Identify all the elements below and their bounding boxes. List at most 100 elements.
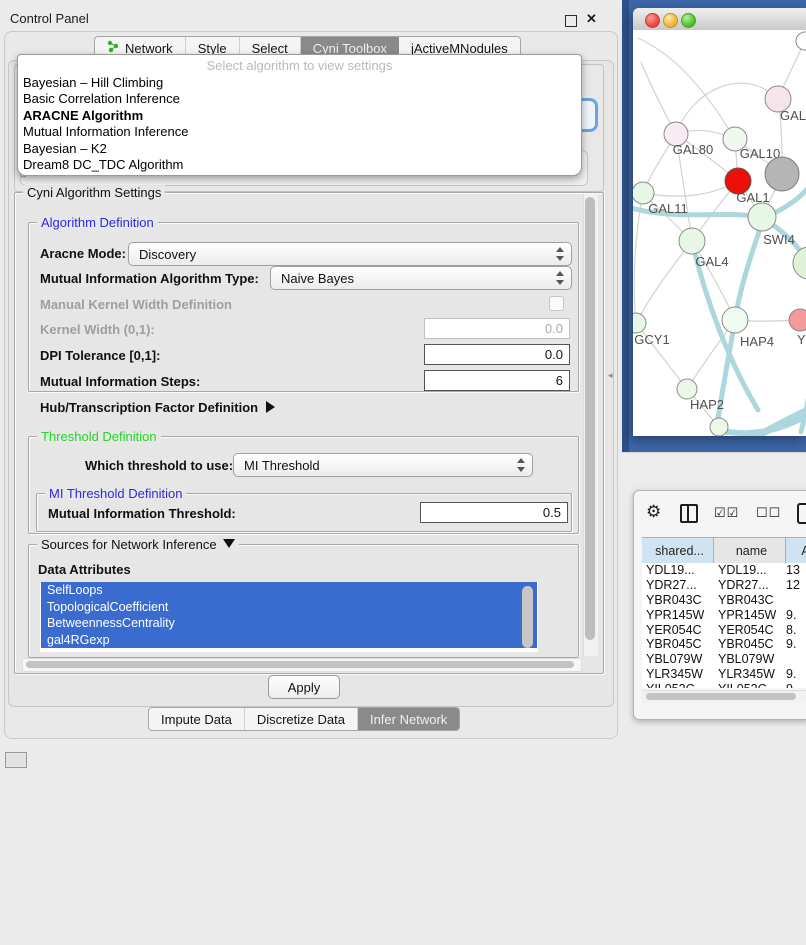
mi-threshold-field[interactable]: 0.5 [420,502,568,523]
network-node[interactable] [748,203,776,231]
network-edge [643,181,738,196]
table-row[interactable]: YDL19...YDL19...13 [642,563,806,578]
float-window-icon[interactable] [565,15,577,27]
aracne-mode-label: Aracne Mode: [40,246,126,261]
unselect-all-icon[interactable]: ☐☐ [756,505,781,521]
kernel-width-label: Kernel Width (0,1): [40,322,155,337]
algorithm-option[interactable]: Basic Correlation Inference [23,91,573,107]
network-node[interactable] [789,309,806,331]
table-row[interactable]: YDR27...YDR27...12 [642,578,806,593]
table-row[interactable]: YIL052CYIL052C9. [642,681,806,688]
network-node[interactable] [796,32,806,50]
table-cell: 9. [786,608,806,622]
algorithm-option[interactable]: Bayesian – Hill Climbing [23,75,573,91]
attribute-list-scrollbar[interactable] [522,586,533,648]
network-node[interactable] [633,313,646,333]
node-label: GCY1 [634,332,669,347]
mi-steps-field[interactable]: 6 [424,370,570,391]
algorithm-option[interactable]: Bayesian – K2 [23,141,573,157]
columns-icon[interactable] [680,504,698,523]
column-header-shared[interactable]: shared... [642,538,714,564]
network-edge-thick [716,320,735,430]
chevron-right-icon [266,401,275,413]
apply-button[interactable]: Apply [268,675,340,699]
table-cell: YBR045C [714,637,786,651]
close-icon[interactable]: ✕ [586,11,597,27]
panel-resize-handle[interactable]: ◂ [608,370,613,381]
table-cell: 8. [786,623,806,637]
kernel-width-field[interactable]: 0.0 [424,318,570,339]
settings-hscrollbar-thumb[interactable] [26,661,574,668]
network-node[interactable] [722,307,748,333]
mi-type-label: Mutual Information Algorithm Type: [40,271,259,286]
algorithm-option[interactable]: Mutual Information Inference [23,124,573,140]
data-attribute-item[interactable]: BetweennessCentrality [41,615,537,632]
network-edge-thick [735,220,763,320]
table-row[interactable]: YBR045CYBR045C9. [642,637,806,652]
dropdown-hint: Select algorithm to view settings [18,58,581,73]
column-header-partial[interactable]: A [786,538,806,564]
hub-definition-label: Hub/Transcription Factor Definition [40,400,258,415]
combo-arrows-icon [556,247,564,261]
mi-threshold-label: Mutual Information Threshold: [48,506,236,521]
gear-icon[interactable]: ⚙ [646,503,661,520]
tab-impute-data[interactable]: Impute Data [149,708,245,730]
hub-definition-toggle[interactable]: Hub/Transcription Factor Definition [40,400,275,415]
which-threshold-combo[interactable]: MI Threshold [233,453,533,477]
algorithm-option[interactable]: Dream8 DC_TDC Algorithm [23,157,573,173]
network-canvas[interactable]: GALGAL80GAL10GAL1SWI4GAL11GAL4GCY1HAP4YH… [633,30,806,436]
settings-vscrollbar-thumb[interactable] [585,197,595,640]
network-node[interactable] [765,157,799,191]
table-cell: YDR27... [642,578,714,592]
table-row[interactable]: YPR145WYPR145W9. [642,607,806,622]
mi-type-combo[interactable]: Naive Bayes [270,266,572,290]
close-traffic-light[interactable] [645,13,660,28]
dpi-tolerance-label: DPI Tolerance [0,1]: [40,348,160,363]
node-label: GAL11 [648,201,688,216]
aracne-mode-combo[interactable]: Discovery [128,242,572,266]
table-cell: 9. [786,682,806,688]
table-cell: YBR043C [642,593,714,607]
algorithm-option[interactable]: ARACNE Algorithm [23,108,573,124]
table-cell: YDL19... [642,563,714,577]
network-window-titlebar[interactable] [633,8,806,31]
data-attributes-label: Data Attributes [38,562,131,577]
table-row[interactable]: YLR345WYLR345W9. [642,667,806,682]
which-threshold-label: Which threshold to use: [85,458,233,473]
table-row[interactable]: YER054CYER054C8. [642,622,806,637]
table-hscrollbar-thumb[interactable] [646,693,796,700]
data-attribute-item[interactable]: TopologicalCoefficient [41,599,537,616]
mi-type-value: Naive Bayes [281,271,354,286]
manual-kernel-checkbox[interactable] [549,296,564,311]
data-attribute-item[interactable]: SelfLoops [41,582,537,599]
aracne-mode-value: Discovery [139,247,196,262]
function-icon[interactable] [797,503,806,524]
table-row[interactable]: YBL079WYBL079W [642,652,806,667]
control-panel-titlebar: Control Panel ✕ [0,6,620,30]
sources-toggle[interactable]: Sources for Network Inference [37,537,239,552]
network-node[interactable] [710,418,728,436]
network-node[interactable] [679,228,705,254]
select-all-icon[interactable]: ☑☑ [714,505,739,521]
network-node[interactable] [677,379,697,399]
combo-arrows-icon [517,458,525,472]
table-body: YDL19...YDL19...13YDR27...YDR27...12YBR0… [642,563,806,688]
corner-widget[interactable] [5,752,27,768]
table-row[interactable]: YBR043CYBR043C [642,593,806,608]
network-node[interactable] [793,247,806,279]
column-header-name[interactable]: name [714,538,786,564]
table-cell: 12 [786,578,806,592]
dpi-tolerance-field[interactable]: 0.0 [424,344,570,365]
minimize-traffic-light[interactable] [663,13,678,28]
sources-title: Sources for Network Inference [41,537,217,552]
table-cell: 9. [786,667,806,681]
table-cell: 9. [786,637,806,651]
table-header-row: shared... name A [642,537,806,564]
table-cell: YDL19... [714,563,786,577]
tab-discretize-data[interactable]: Discretize Data [245,708,358,730]
data-attribute-item[interactable]: gal4RGexp [41,632,537,649]
table-cell: YPR145W [642,608,714,622]
tab-infer-network[interactable]: Infer Network [358,708,459,730]
table-panel-window: ⚙ ☑☑ ☐☐ shared... name A YDL19...YDL19..… [633,490,806,720]
zoom-traffic-light[interactable] [681,13,696,28]
